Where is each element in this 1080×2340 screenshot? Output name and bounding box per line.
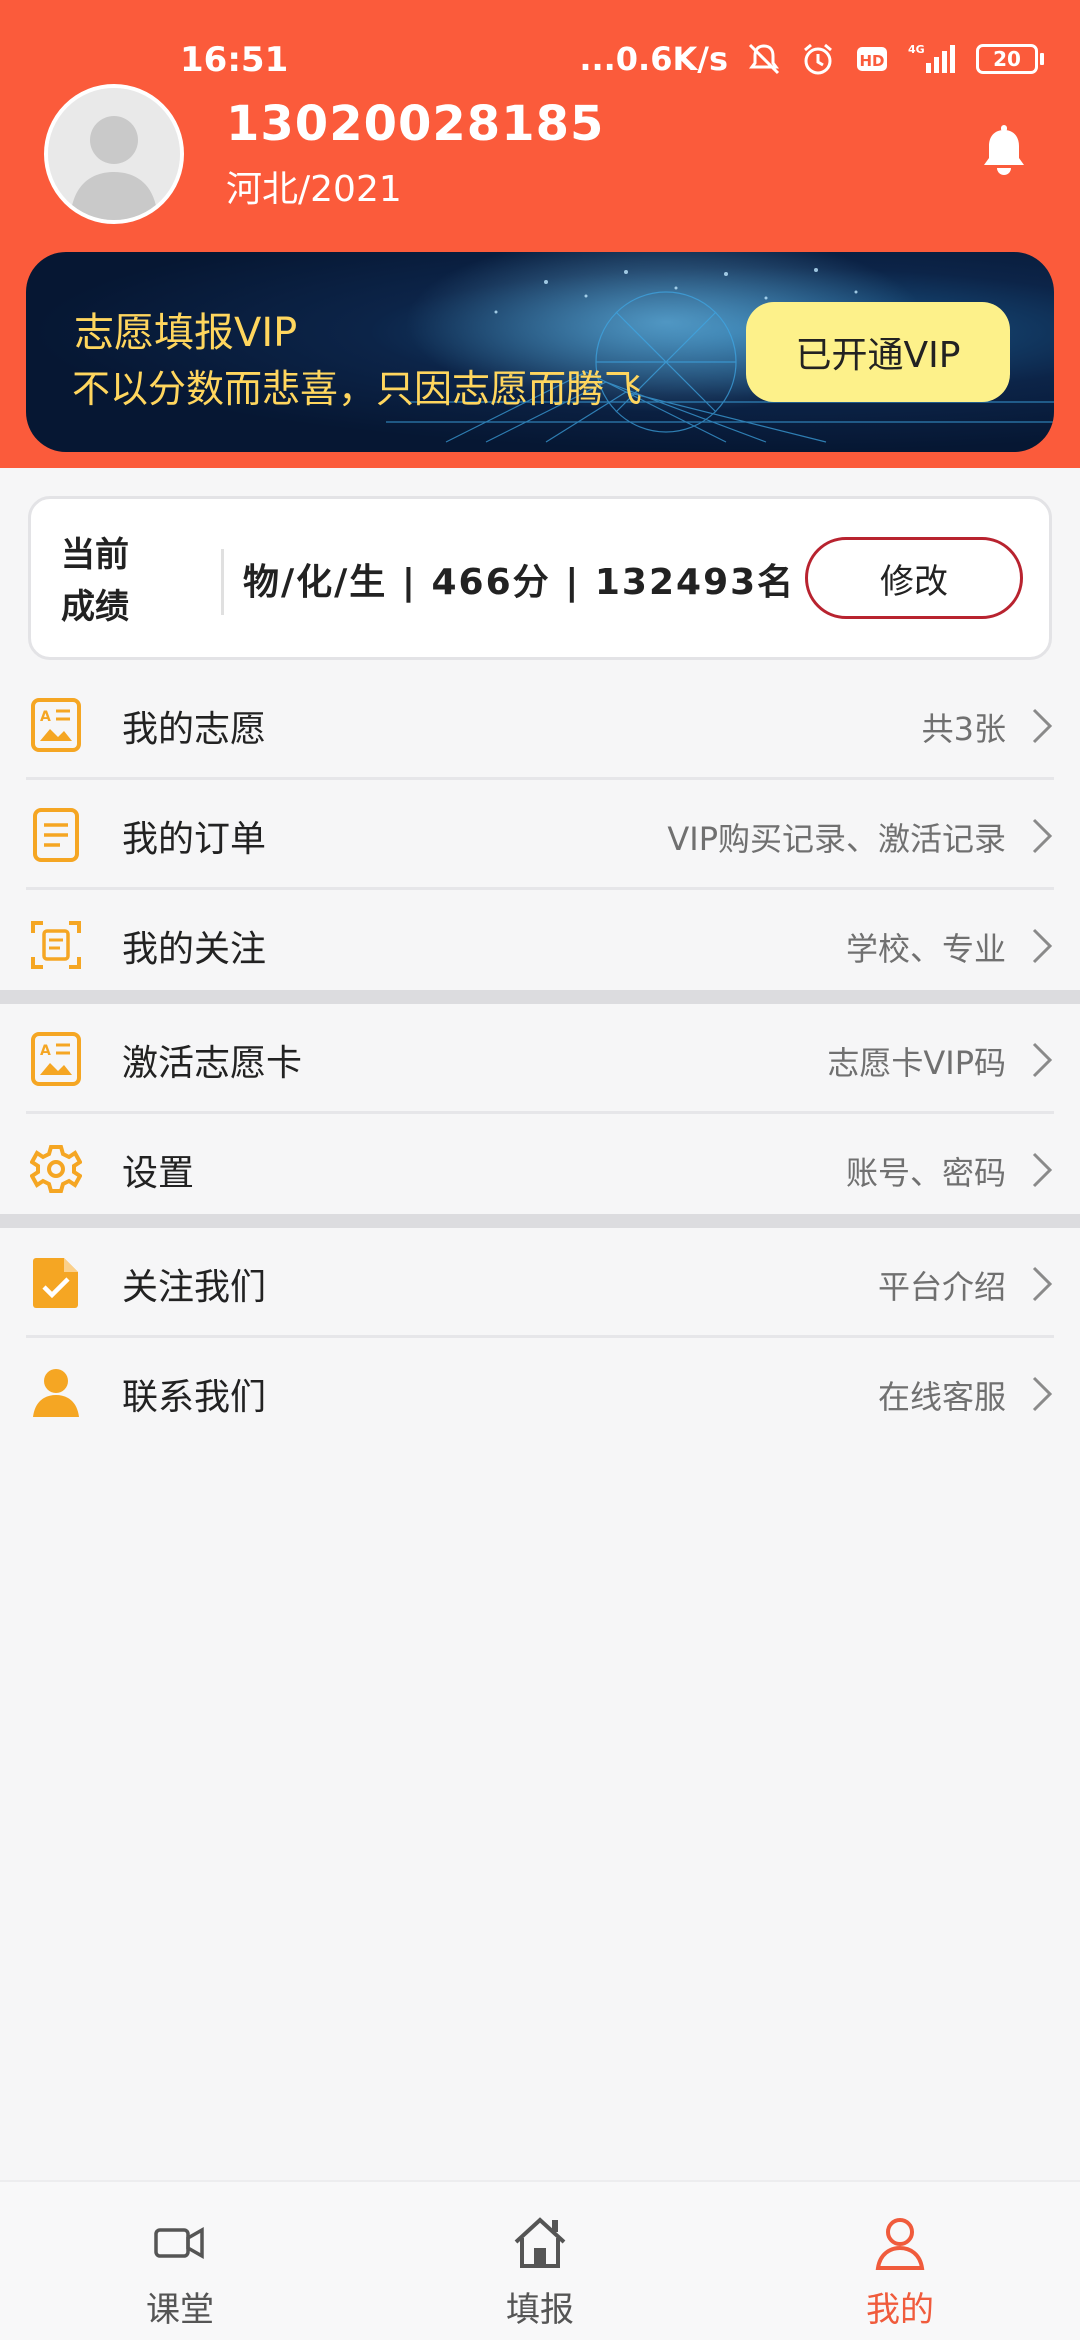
menu-label: 关注我们 [122,1267,267,1308]
menu-hint: 志愿卡VIP码 [827,1044,1006,1082]
menu-item-my-volunteer[interactable]: A 我的志愿 共3张 [26,670,1054,780]
activate-card-icon: A [31,1032,81,1086]
follow-scan-icon [31,921,81,969]
chevron-right-icon [1032,1042,1053,1078]
menu-item-follow-us[interactable]: 关注我们 平台介绍 [26,1228,1054,1338]
person-icon [33,1369,79,1417]
menu-hint: 学校、专业 [845,930,1006,968]
group-separator [0,1214,1080,1228]
battery-level: 20 [976,44,1038,74]
svg-text:HD: HD [859,52,884,70]
menu-group-1: A 我的志愿 共3张 我的订单 VIP购买记录、激活记录 我的关注 学校、专业 [0,670,1080,1000]
tab-label: 课堂 [146,2290,214,2330]
score-value: 物/化/生 | 466分 | 132493名 [243,562,796,603]
avatar[interactable] [44,84,184,224]
status-time: 16:51 [180,40,289,80]
vip-slogan: 不以分数而悲喜，只因志愿而腾飞 [72,367,643,411]
menu-hint: 平台介绍 [877,1268,1006,1306]
menu-item-my-follows[interactable]: 我的关注 学校、专业 [26,890,1054,1000]
tab-fill[interactable]: 填报 [360,2182,720,2340]
menu-label: 我的志愿 [122,709,267,750]
gear-icon [30,1145,82,1193]
score-label-line1: 当前 [61,535,129,575]
tab-label: 我的 [866,2290,934,2330]
bell-icon[interactable] [974,122,1034,182]
user-region: 河北/2021 [226,169,402,210]
alarm-icon [804,43,832,75]
vip-title: 志愿填报VIP [74,310,298,356]
menu-hint: 共3张 [921,710,1006,748]
chevron-right-icon [1032,818,1053,854]
chevron-right-icon [1032,1266,1053,1302]
score-label: 当前 成绩 [61,529,171,633]
status-indicators: ...0.6K/s HD 4G 20 [579,40,1044,78]
menu-label: 我的关注 [122,929,267,970]
menu-group-3: 关注我们 平台介绍 联系我们 在线客服 [0,1228,1080,1448]
user-phone: 13020028185 [226,96,605,152]
score-divider [221,549,224,615]
vip-banner[interactable]: 志愿填报VIP 不以分数而悲喜，只因志愿而腾飞 已开通VIP [26,252,1054,452]
score-label-line2: 成绩 [61,587,129,627]
chevron-right-icon [1032,928,1053,964]
mute-bell-icon [748,43,780,75]
4g-signal-icon: 4G [908,43,955,73]
user-icon [875,2218,925,2270]
hd-icon: HD [857,47,887,71]
menu-label: 我的订单 [122,819,267,860]
svg-text:A: A [40,1043,51,1059]
video-camera-icon [154,2226,204,2260]
menu-item-contact-us[interactable]: 联系我们 在线客服 [26,1338,1054,1448]
home-icon [514,2217,566,2268]
score-card: 当前 成绩 物/化/生 | 466分 | 132493名 修改 [28,496,1052,660]
chevron-right-icon [1032,1152,1053,1188]
menu-hint: 在线客服 [877,1378,1006,1416]
menu-item-my-orders[interactable]: 我的订单 VIP购买记录、激活记录 [26,780,1054,890]
group-separator [0,990,1080,1004]
menu-label: 设置 [122,1153,195,1194]
order-document-icon [33,808,79,862]
menu-label: 联系我们 [122,1377,267,1418]
chevron-right-icon [1032,708,1053,744]
vip-status-button[interactable]: 已开通VIP [746,302,1010,402]
menu-hint: VIP购买记录、激活记录 [667,820,1006,858]
modify-score-button[interactable]: 修改 [805,537,1023,619]
menu-hint: 账号、密码 [845,1154,1006,1192]
battery-icon: 20 [976,44,1044,74]
tab-classroom[interactable]: 课堂 [0,2182,360,2340]
tab-mine[interactable]: 我的 [720,2182,1080,2340]
bottom-tab-bar: 课堂 填报 我的 [0,2180,1080,2340]
menu-item-settings[interactable]: 设置 账号、密码 [26,1114,1054,1224]
svg-text:A: A [40,709,51,725]
volunteer-card-icon: A [31,698,81,752]
svg-text:4G: 4G [908,43,925,56]
chevron-right-icon [1032,1376,1053,1412]
menu-label: 激活志愿卡 [122,1043,303,1084]
tab-label: 填报 [506,2290,574,2330]
profile-header: 16:51 ...0.6K/s HD 4G 20 13020028185 河北/… [0,0,1080,468]
checked-file-icon [33,1258,78,1308]
network-speed: ...0.6K/s [579,40,728,78]
menu-item-activate-card[interactable]: A 激活志愿卡 志愿卡VIP码 [26,1004,1054,1114]
menu-group-2: A 激活志愿卡 志愿卡VIP码 设置 账号、密码 [0,1004,1080,1224]
avatar-placeholder-icon [48,88,180,220]
